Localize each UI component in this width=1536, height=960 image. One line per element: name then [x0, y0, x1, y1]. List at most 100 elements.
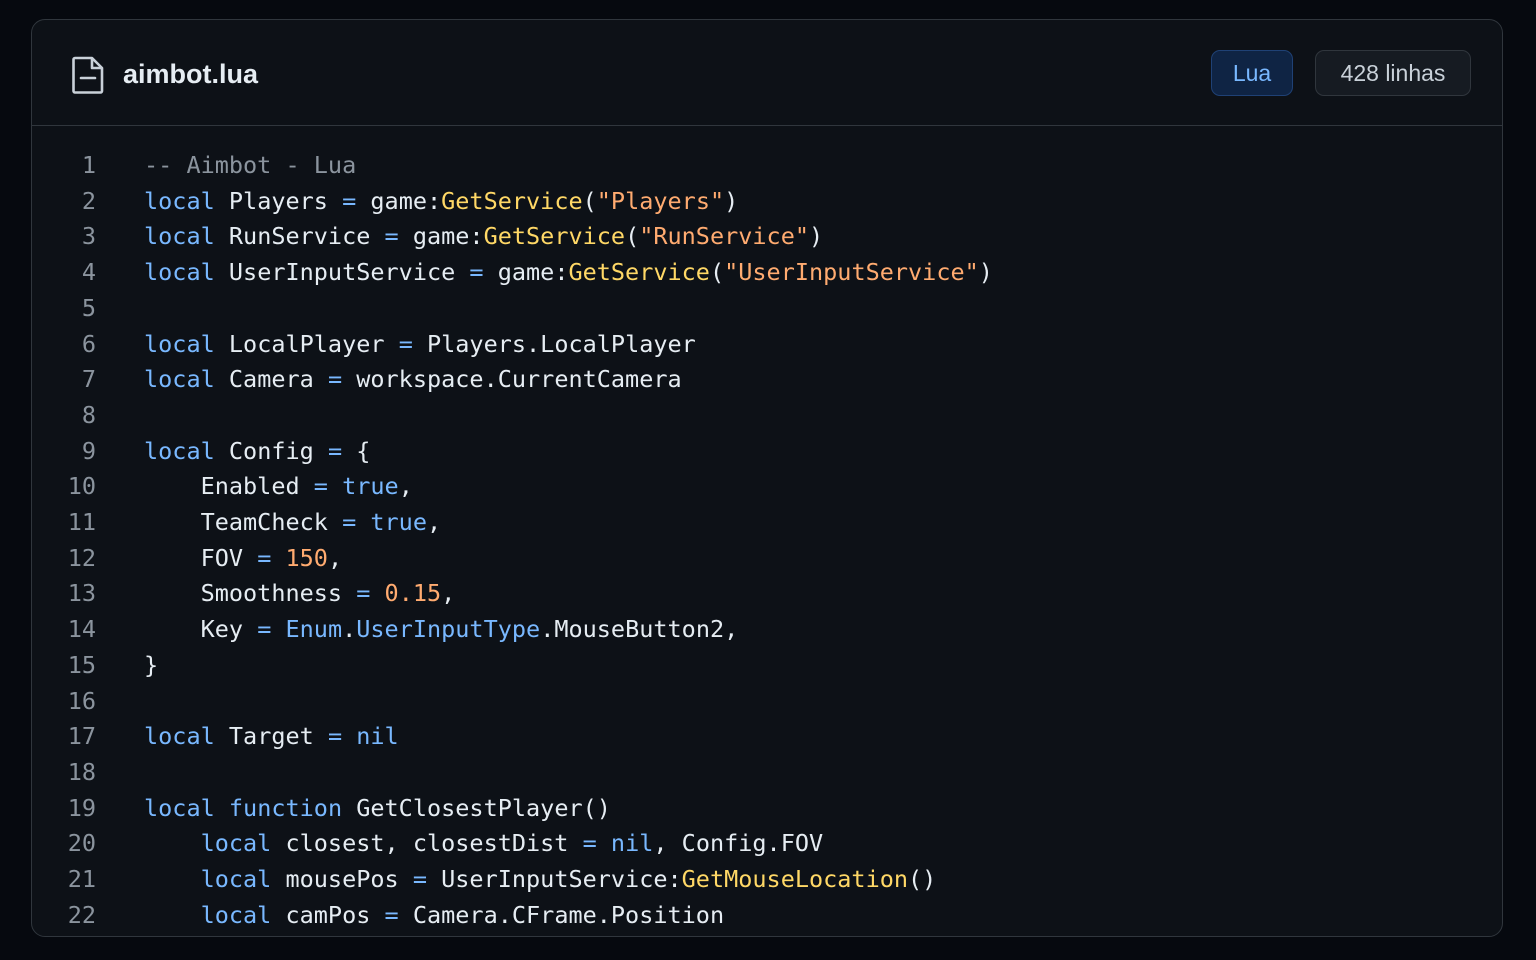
code-token: (): [908, 865, 937, 893]
line-source: TeamCheck = true,: [144, 505, 442, 539]
code-token: local: [144, 365, 215, 393]
code-token: UserInputService: [214, 258, 470, 286]
code-token: nil: [356, 722, 399, 750]
code-token: ): [724, 187, 739, 215]
code-token: local: [144, 222, 215, 250]
line-source: }: [144, 648, 158, 682]
code-token: true: [370, 508, 427, 536]
code-token: GetService: [483, 222, 626, 250]
code-token: ,: [398, 472, 413, 500]
code-token: mousePos: [271, 865, 413, 893]
code-token: =: [313, 472, 328, 500]
line-number: 5: [81, 294, 96, 322]
code-token: GetClosestPlayer(): [342, 794, 611, 822]
code-token: game:: [398, 222, 484, 250]
code-token: -- Aimbot - Lua: [144, 151, 357, 179]
code-token: local: [200, 865, 272, 893]
line-source: local UserInputService = game:GetService…: [144, 255, 993, 289]
code-token: local: [144, 437, 215, 465]
code-token: =: [356, 579, 371, 607]
line-source: Enabled = true,: [144, 469, 413, 503]
line-number: 7: [81, 365, 96, 393]
line-source: Smoothness = 0.15,: [144, 576, 456, 610]
code-token: Camera: [214, 365, 328, 393]
code-token: FOV: [144, 544, 258, 572]
line-number: 12: [67, 544, 96, 572]
line-source: FOV = 150,: [144, 541, 343, 575]
code-token: =: [412, 865, 427, 893]
line-source: local Config = {: [144, 434, 370, 468]
code-token: local: [144, 258, 215, 286]
line-source: -- Aimbot - Lua: [144, 148, 356, 182]
code-token: local: [144, 330, 215, 358]
file-name: aimbot.lua: [123, 59, 259, 89]
code-token: }: [144, 651, 159, 679]
code-token: UserInputService:: [426, 865, 682, 893]
line-number: 1: [81, 151, 96, 179]
line-number: 21: [67, 865, 96, 893]
code-token: TeamCheck: [144, 508, 343, 536]
code-token: 0.15: [384, 579, 442, 607]
line-number: 11: [67, 508, 96, 536]
language-badge: Lua: [1211, 50, 1293, 96]
code-token: UserInputType: [356, 615, 541, 643]
code-token: "Players": [596, 187, 725, 215]
code-token: workspace.CurrentCamera: [342, 365, 682, 393]
code-token: (: [625, 222, 640, 250]
code-token: =: [342, 508, 357, 536]
code-token: =: [342, 187, 357, 215]
line-number: 8: [81, 401, 96, 429]
code-token: =: [257, 615, 272, 643]
code-token: ): [809, 222, 824, 250]
code-token: local: [144, 794, 215, 822]
code-token: LocalPlayer: [214, 330, 399, 358]
code-token: =: [384, 901, 399, 929]
code-token: .: [342, 615, 357, 643]
code-token: camPos: [271, 901, 385, 929]
line-source: local camPos = Camera.CFrame.Position: [144, 898, 725, 932]
line-number: 4: [81, 258, 96, 286]
code-token: "UserInputService": [724, 258, 979, 286]
line-source: local Players = game:GetService("Players…: [144, 184, 738, 218]
line-number: 20: [67, 829, 96, 857]
code-token: {: [342, 437, 371, 465]
line-number: 15: [67, 651, 96, 679]
line-source: local function GetClosestPlayer(): [144, 791, 611, 825]
code-token: =: [257, 544, 272, 572]
code-token: closest, closestDist: [271, 829, 583, 857]
code-token: =: [398, 330, 413, 358]
line-number: 18: [67, 758, 96, 786]
code-token: =: [327, 437, 343, 465]
line-number: 17: [67, 722, 96, 750]
code-token: , Config.FOV: [653, 829, 824, 857]
code-token: Target: [214, 722, 328, 750]
line-source: local Camera = workspace.CurrentCamera: [144, 362, 682, 396]
line-number: 9: [81, 437, 96, 465]
code-token: ,: [441, 579, 456, 607]
code-token: ): [978, 258, 993, 286]
code-token: nil: [610, 829, 654, 857]
line-source: local Target = nil: [144, 719, 399, 753]
line-number: 6: [81, 330, 96, 358]
code-token: (: [582, 187, 597, 215]
code-token: ,: [426, 508, 442, 536]
code-token: GetService: [441, 187, 583, 215]
code-token: Enabled: [144, 472, 314, 500]
code-token: =: [469, 258, 484, 286]
code-token: =: [582, 829, 597, 857]
code-token: GetService: [568, 258, 710, 286]
code-token: local: [144, 722, 215, 750]
code-token: RunService: [214, 222, 385, 250]
code-token: GetMouseLocation: [681, 865, 909, 893]
code-token: =: [327, 365, 343, 393]
line-number: 14: [67, 615, 96, 643]
code-token: Smoothness: [144, 579, 357, 607]
code-token: Key: [144, 615, 258, 643]
